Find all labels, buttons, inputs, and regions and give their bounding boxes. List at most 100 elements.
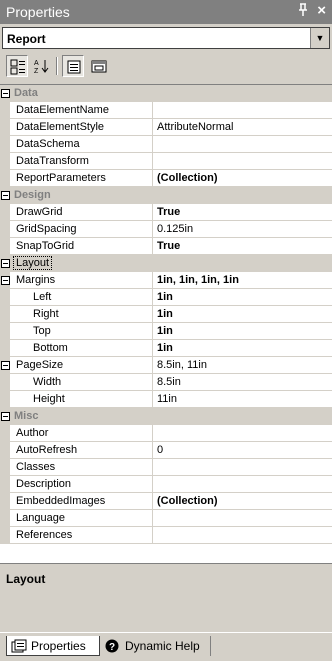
property-value[interactable]: 0.125in bbox=[157, 223, 193, 235]
property-name: Classes bbox=[16, 461, 56, 473]
property-value[interactable]: True bbox=[157, 240, 180, 252]
column-divider[interactable] bbox=[152, 374, 153, 391]
property-name: EmbeddedImages bbox=[16, 495, 106, 507]
column-divider[interactable] bbox=[152, 153, 153, 170]
object-selector[interactable]: Report ▼ bbox=[2, 27, 330, 49]
collapse-icon[interactable] bbox=[1, 361, 10, 370]
category-row-data[interactable]: Data bbox=[0, 85, 332, 102]
category-row-layout[interactable]: Layout bbox=[0, 255, 332, 272]
column-divider[interactable] bbox=[152, 476, 153, 493]
categorized-icon bbox=[10, 59, 25, 75]
property-value[interactable]: True bbox=[157, 206, 180, 218]
chevron-down-icon[interactable]: ▼ bbox=[310, 28, 329, 48]
collapse-icon[interactable] bbox=[1, 259, 10, 268]
property-row-language[interactable]: Language bbox=[0, 510, 332, 527]
property-row-right[interactable]: Right 1in bbox=[0, 306, 332, 323]
column-divider[interactable] bbox=[152, 442, 153, 459]
tab-dynamic-help[interactable]: ? Dynamic Help bbox=[101, 636, 211, 656]
column-divider[interactable] bbox=[152, 493, 153, 510]
property-row-gridspacing[interactable]: GridSpacing 0.125in bbox=[0, 221, 332, 238]
property-row-classes[interactable]: Classes bbox=[0, 459, 332, 476]
property-value[interactable]: AttributeNormal bbox=[157, 121, 233, 133]
tab-properties[interactable]: Properties bbox=[6, 636, 100, 656]
property-value[interactable]: 11in bbox=[157, 393, 177, 405]
property-row-references[interactable]: References bbox=[0, 527, 332, 544]
property-row-dataelementname[interactable]: DataElementName bbox=[0, 102, 332, 119]
column-divider[interactable] bbox=[152, 357, 153, 374]
property-row-reportparameters[interactable]: ReportParameters (Collection) bbox=[0, 170, 332, 187]
property-row-height[interactable]: Height 11in bbox=[0, 391, 332, 408]
pin-icon[interactable] bbox=[298, 3, 308, 19]
column-divider[interactable] bbox=[152, 119, 153, 136]
property-value[interactable]: 0 bbox=[157, 444, 163, 456]
close-icon[interactable]: × bbox=[317, 2, 326, 19]
row-gutter bbox=[0, 340, 10, 357]
property-row-dataschema[interactable]: DataSchema bbox=[0, 136, 332, 153]
property-row-embeddedimages[interactable]: EmbeddedImages (Collection) bbox=[0, 493, 332, 510]
toolbar-separator bbox=[56, 57, 58, 75]
property-value[interactable]: 8.5in bbox=[157, 376, 181, 388]
property-row-margins[interactable]: Margins 1in, 1in, 1in, 1in bbox=[0, 272, 332, 289]
column-divider[interactable] bbox=[152, 459, 153, 476]
property-row-datatransform[interactable]: DataTransform bbox=[0, 153, 332, 170]
property-value[interactable]: 1in bbox=[157, 291, 173, 303]
collapse-icon[interactable] bbox=[1, 89, 10, 98]
property-grid[interactable]: Data DataElementName DataElementStyle Attri… bbox=[0, 84, 332, 563]
alphabetical-button[interactable]: AZ bbox=[30, 55, 52, 77]
column-divider[interactable] bbox=[152, 391, 153, 408]
properties-view-button[interactable] bbox=[62, 55, 84, 77]
property-row-dataelementstyle[interactable]: DataElementStyle AttributeNormal bbox=[0, 119, 332, 136]
property-value[interactable]: 1in, 1in, 1in, 1in bbox=[157, 274, 239, 286]
object-selector-value: Report bbox=[7, 32, 46, 46]
column-divider[interactable] bbox=[152, 204, 153, 221]
column-divider[interactable] bbox=[152, 170, 153, 187]
column-divider[interactable] bbox=[152, 340, 153, 357]
property-value[interactable]: 1in bbox=[157, 325, 173, 337]
property-row-bottom[interactable]: Bottom 1in bbox=[0, 340, 332, 357]
category-label: Misc bbox=[14, 410, 39, 422]
property-row-description[interactable]: Description bbox=[0, 476, 332, 493]
property-row-left[interactable]: Left 1in bbox=[0, 289, 332, 306]
column-divider[interactable] bbox=[152, 527, 153, 544]
collapse-icon[interactable] bbox=[1, 191, 10, 200]
row-gutter bbox=[0, 119, 10, 136]
column-divider[interactable] bbox=[152, 510, 153, 527]
property-value[interactable]: (Collection) bbox=[157, 172, 218, 184]
column-divider[interactable] bbox=[152, 102, 153, 119]
property-value[interactable]: 8.5in, 11in bbox=[157, 359, 207, 371]
column-divider[interactable] bbox=[152, 425, 153, 442]
property-row-drawgrid[interactable]: DrawGrid True bbox=[0, 204, 332, 221]
row-gutter bbox=[0, 323, 10, 340]
collapse-icon[interactable] bbox=[1, 412, 10, 421]
tab-properties-label: Properties bbox=[31, 639, 86, 653]
row-gutter bbox=[0, 459, 10, 476]
column-divider[interactable] bbox=[152, 289, 153, 306]
properties-page-icon bbox=[67, 60, 81, 74]
column-divider[interactable] bbox=[152, 306, 153, 323]
property-row-author[interactable]: Author bbox=[0, 425, 332, 442]
category-row-misc[interactable]: Misc bbox=[0, 408, 332, 425]
property-pages-button[interactable] bbox=[88, 55, 110, 77]
svg-text:?: ? bbox=[109, 642, 115, 653]
column-divider[interactable] bbox=[152, 238, 153, 255]
category-row-design[interactable]: Design bbox=[0, 187, 332, 204]
property-row-width[interactable]: Width 8.5in bbox=[0, 374, 332, 391]
property-row-pagesize[interactable]: PageSize 8.5in, 11in bbox=[0, 357, 332, 374]
row-gutter bbox=[0, 289, 10, 306]
property-name: Top bbox=[33, 325, 51, 337]
property-name: Author bbox=[16, 427, 49, 439]
property-value[interactable]: 1in bbox=[157, 342, 173, 354]
column-divider[interactable] bbox=[152, 272, 153, 289]
collapse-icon[interactable] bbox=[1, 276, 10, 285]
column-divider[interactable] bbox=[152, 221, 153, 238]
property-row-snaptogrid[interactable]: SnapToGrid True bbox=[0, 238, 332, 255]
property-row-top[interactable]: Top 1in bbox=[0, 323, 332, 340]
property-value[interactable]: 1in bbox=[157, 308, 173, 320]
property-name: GridSpacing bbox=[16, 223, 77, 235]
property-value[interactable]: (Collection) bbox=[157, 495, 218, 507]
column-divider[interactable] bbox=[152, 136, 153, 153]
svg-text:Z: Z bbox=[34, 68, 39, 74]
property-row-autorefresh[interactable]: AutoRefresh 0 bbox=[0, 442, 332, 459]
categorized-button[interactable] bbox=[6, 55, 28, 77]
column-divider[interactable] bbox=[152, 323, 153, 340]
